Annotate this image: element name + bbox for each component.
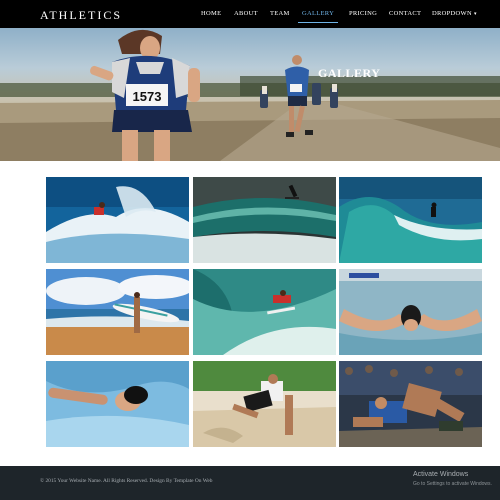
gallery-item[interactable] bbox=[339, 177, 482, 263]
butterfly-swimmer-photo bbox=[339, 269, 482, 355]
activate-windows-subtitle: Go to Settings to activate Windows. bbox=[413, 481, 492, 487]
beach-surfboard-photo bbox=[46, 269, 189, 355]
page-title: GALLERY bbox=[318, 66, 381, 80]
navbar: ATHLETICS HOME ABOUT TEAM GALLERY PRICIN… bbox=[0, 0, 500, 28]
sand-wrestling-photo bbox=[193, 361, 336, 447]
runner-bib-number: 1573 bbox=[133, 89, 162, 104]
freestyle-swimmer-photo bbox=[46, 361, 189, 447]
wrestling-match-photo bbox=[339, 361, 482, 447]
marathon-runners-photo: 1573 bbox=[0, 29, 500, 161]
gallery-item[interactable] bbox=[193, 177, 336, 263]
gallery-item[interactable] bbox=[46, 361, 189, 447]
hero-banner: 1573 GALLERY bbox=[0, 28, 500, 161]
gallery-item[interactable] bbox=[339, 361, 482, 447]
nav-item-contact[interactable]: CONTACT bbox=[389, 10, 421, 17]
nav-item-team[interactable]: TEAM bbox=[270, 10, 290, 17]
surfer-aerial-photo bbox=[193, 177, 336, 263]
activate-windows-title: Activate Windows bbox=[413, 471, 469, 478]
nav-item-gallery[interactable]: GALLERY bbox=[302, 10, 334, 17]
gallery-item[interactable] bbox=[46, 269, 189, 355]
footer: © 2015 Your Website Name. All Rights Res… bbox=[0, 466, 500, 500]
gallery-item[interactable] bbox=[46, 177, 189, 263]
gallery-item[interactable] bbox=[193, 361, 336, 447]
surfer-wave-photo bbox=[46, 177, 189, 263]
nav-item-dropdown[interactable]: DROPDOWN ▾ bbox=[432, 10, 477, 17]
footer-copyright: © 2015 Your Website Name. All Rights Res… bbox=[40, 478, 213, 484]
caret-down-icon: ▾ bbox=[473, 12, 477, 17]
gallery-item[interactable] bbox=[193, 269, 336, 355]
nav-active-indicator bbox=[298, 22, 338, 23]
surfer-turn-photo bbox=[193, 269, 336, 355]
nav-item-pricing[interactable]: PRICING bbox=[349, 10, 377, 17]
surfer-barrel-photo bbox=[339, 177, 482, 263]
main-nav: HOME ABOUT TEAM GALLERY PRICING CONTACT … bbox=[0, 0, 500, 28]
nav-item-home[interactable]: HOME bbox=[201, 10, 221, 17]
gallery-item[interactable] bbox=[339, 269, 482, 355]
gallery-grid bbox=[0, 161, 500, 466]
nav-item-dropdown-label: DROPDOWN bbox=[432, 10, 472, 17]
nav-item-about[interactable]: ABOUT bbox=[234, 10, 258, 17]
